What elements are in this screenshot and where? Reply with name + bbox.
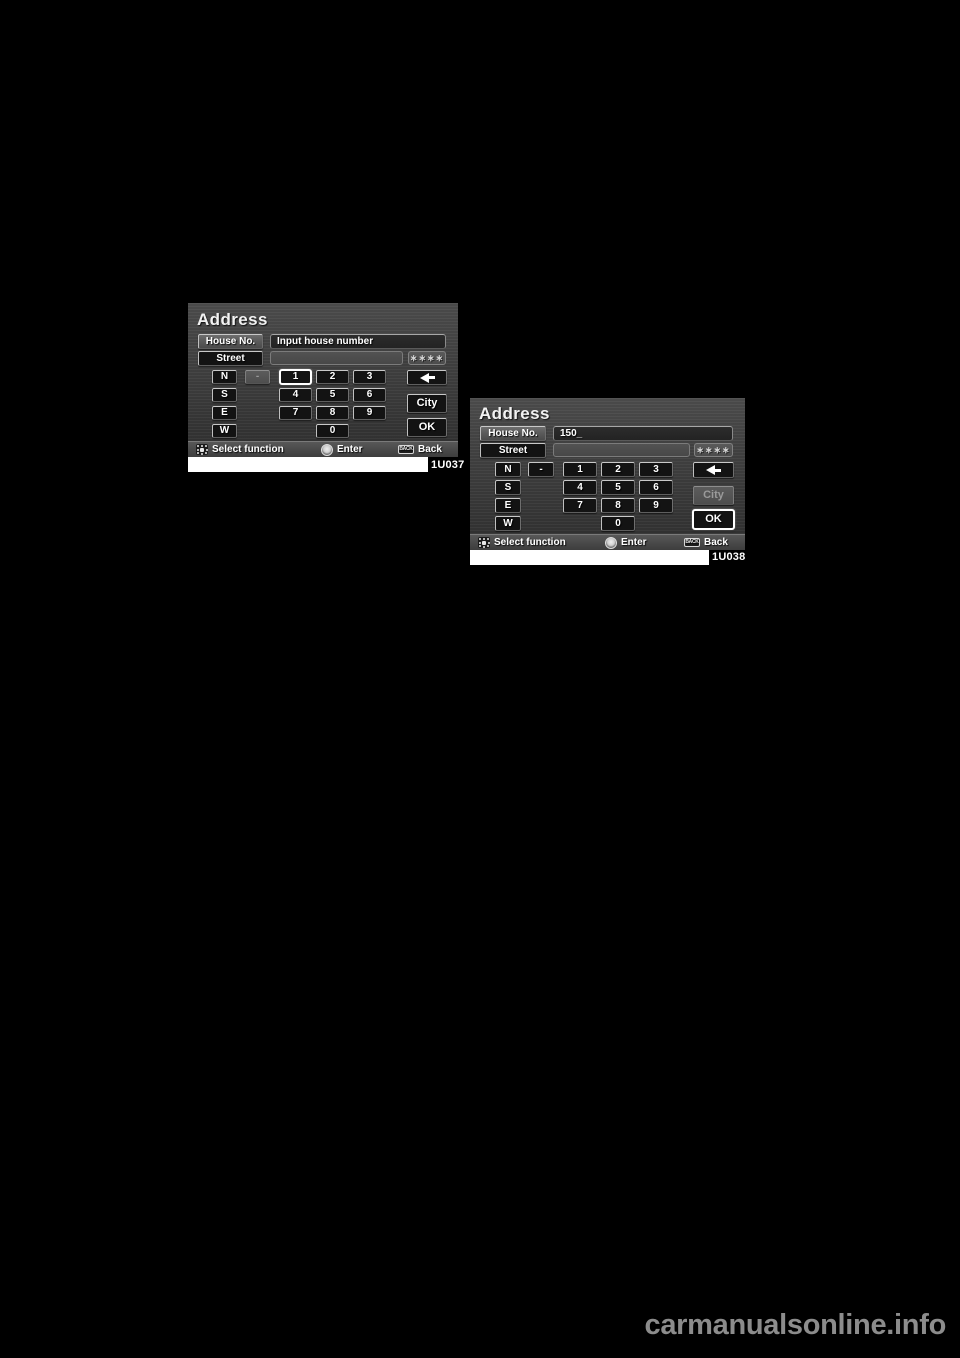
help-bar: Select function Enter BACK Back bbox=[188, 441, 458, 457]
city-button-2[interactable]: City bbox=[693, 486, 734, 505]
nav-screenshot-2: Address House No. Street 150_ ∗∗∗∗ N S E… bbox=[470, 398, 745, 550]
site-watermark: carmanualsonline.info bbox=[644, 1309, 947, 1341]
help-enter-label: Enter bbox=[337, 444, 363, 455]
keypad-key-1[interactable]: 1 bbox=[279, 369, 312, 385]
direction-key-e-2[interactable]: E bbox=[495, 498, 521, 513]
keypad-key-7-2[interactable]: 7 bbox=[563, 498, 597, 513]
ok-button-2[interactable]: OK bbox=[692, 509, 735, 530]
tab-street[interactable]: Street bbox=[198, 351, 263, 366]
tab-house-no[interactable]: House No. bbox=[198, 334, 263, 349]
house-number-field[interactable]: Input house number bbox=[270, 334, 446, 349]
nav-screenshot-2-white-strip bbox=[470, 550, 709, 565]
street-field-2[interactable] bbox=[553, 443, 690, 457]
nav-screen-1-inner: Address House No. Street Input house num… bbox=[188, 303, 458, 457]
keypad-key-2[interactable]: 2 bbox=[316, 370, 349, 384]
help-back-label: Back bbox=[418, 444, 442, 455]
keypad-key-6-2[interactable]: 6 bbox=[639, 480, 673, 495]
direction-key-e[interactable]: E bbox=[212, 406, 237, 420]
keypad-key-8[interactable]: 8 bbox=[316, 406, 349, 420]
joystick-icon-2 bbox=[478, 537, 490, 548]
nav-screenshot-1-caption: 1U037 bbox=[431, 459, 465, 471]
help-enter-label-2: Enter bbox=[621, 537, 647, 548]
help-enter-2: Enter bbox=[605, 536, 647, 549]
nav-screenshot-2-caption: 1U038 bbox=[712, 551, 746, 563]
house-number-value: Input house number bbox=[277, 336, 374, 347]
dash-key-2[interactable]: - bbox=[528, 462, 554, 477]
keypad-key-7[interactable]: 7 bbox=[279, 406, 312, 420]
help-back: BACK Back bbox=[398, 444, 442, 455]
tab-street-2[interactable]: Street bbox=[480, 443, 546, 458]
help-back-2: BACK Back bbox=[684, 537, 728, 548]
direction-key-w[interactable]: W bbox=[212, 424, 237, 438]
keypad-key-4[interactable]: 4 bbox=[279, 388, 312, 402]
city-button[interactable]: City bbox=[407, 394, 447, 413]
help-select-function-label: Select function bbox=[212, 444, 284, 455]
street-stars-indicator: ∗∗∗∗ bbox=[408, 351, 446, 365]
left-arrow-icon bbox=[419, 372, 435, 383]
enter-icon-2 bbox=[605, 536, 617, 549]
tab-house-no-2[interactable]: House No. bbox=[480, 426, 546, 441]
direction-key-s-2[interactable]: S bbox=[495, 480, 521, 495]
keypad-key-2-2[interactable]: 2 bbox=[601, 462, 635, 477]
backspace-button-2[interactable] bbox=[693, 462, 734, 478]
direction-key-n[interactable]: N bbox=[212, 370, 237, 384]
keypad-key-4-2[interactable]: 4 bbox=[563, 480, 597, 495]
street-stars-indicator-2: ∗∗∗∗ bbox=[694, 443, 733, 457]
page-title: Address bbox=[197, 310, 268, 329]
joystick-icon bbox=[196, 444, 208, 455]
keypad-key-5[interactable]: 5 bbox=[316, 388, 349, 402]
help-bar-2: Select function Enter BACK Back bbox=[470, 534, 745, 550]
keypad-key-3[interactable]: 3 bbox=[353, 370, 386, 384]
keypad-key-9-2[interactable]: 9 bbox=[639, 498, 673, 513]
backspace-button[interactable] bbox=[407, 370, 447, 385]
page-title-2: Address bbox=[479, 404, 550, 423]
street-field[interactable] bbox=[270, 351, 403, 365]
left-arrow-icon-2 bbox=[706, 465, 721, 475]
keypad-key-3-2[interactable]: 3 bbox=[639, 462, 673, 477]
dash-key[interactable]: - bbox=[245, 370, 270, 384]
nav-screen-2-inner: Address House No. Street 150_ ∗∗∗∗ N S E… bbox=[470, 398, 745, 550]
back-icon: BACK bbox=[398, 445, 414, 454]
keypad-key-6[interactable]: 6 bbox=[353, 388, 386, 402]
nav-screenshot-1: Address House No. Street Input house num… bbox=[188, 303, 458, 457]
help-select-function-2: Select function bbox=[478, 537, 566, 548]
keypad-key-1-2[interactable]: 1 bbox=[563, 462, 597, 477]
keypad-key-0[interactable]: 0 bbox=[316, 424, 349, 438]
ok-button[interactable]: OK bbox=[407, 418, 447, 437]
keypad-key-8-2[interactable]: 8 bbox=[601, 498, 635, 513]
help-back-label-2: Back bbox=[704, 537, 728, 548]
keypad-key-9[interactable]: 9 bbox=[353, 406, 386, 420]
help-select-function-label-2: Select function bbox=[494, 537, 566, 548]
back-icon-2: BACK bbox=[684, 538, 700, 547]
keypad-key-5-2[interactable]: 5 bbox=[601, 480, 635, 495]
direction-key-n-2[interactable]: N bbox=[495, 462, 521, 477]
house-number-field-2[interactable]: 150_ bbox=[553, 426, 733, 441]
enter-icon bbox=[321, 443, 333, 456]
help-enter: Enter bbox=[321, 443, 363, 456]
direction-key-w-2[interactable]: W bbox=[495, 516, 521, 531]
house-number-value-2: 150_ bbox=[560, 428, 583, 439]
help-select-function: Select function bbox=[196, 444, 284, 455]
direction-key-s[interactable]: S bbox=[212, 388, 237, 402]
nav-screenshot-1-white-strip bbox=[188, 457, 428, 472]
keypad-key-0-2[interactable]: 0 bbox=[601, 516, 635, 531]
